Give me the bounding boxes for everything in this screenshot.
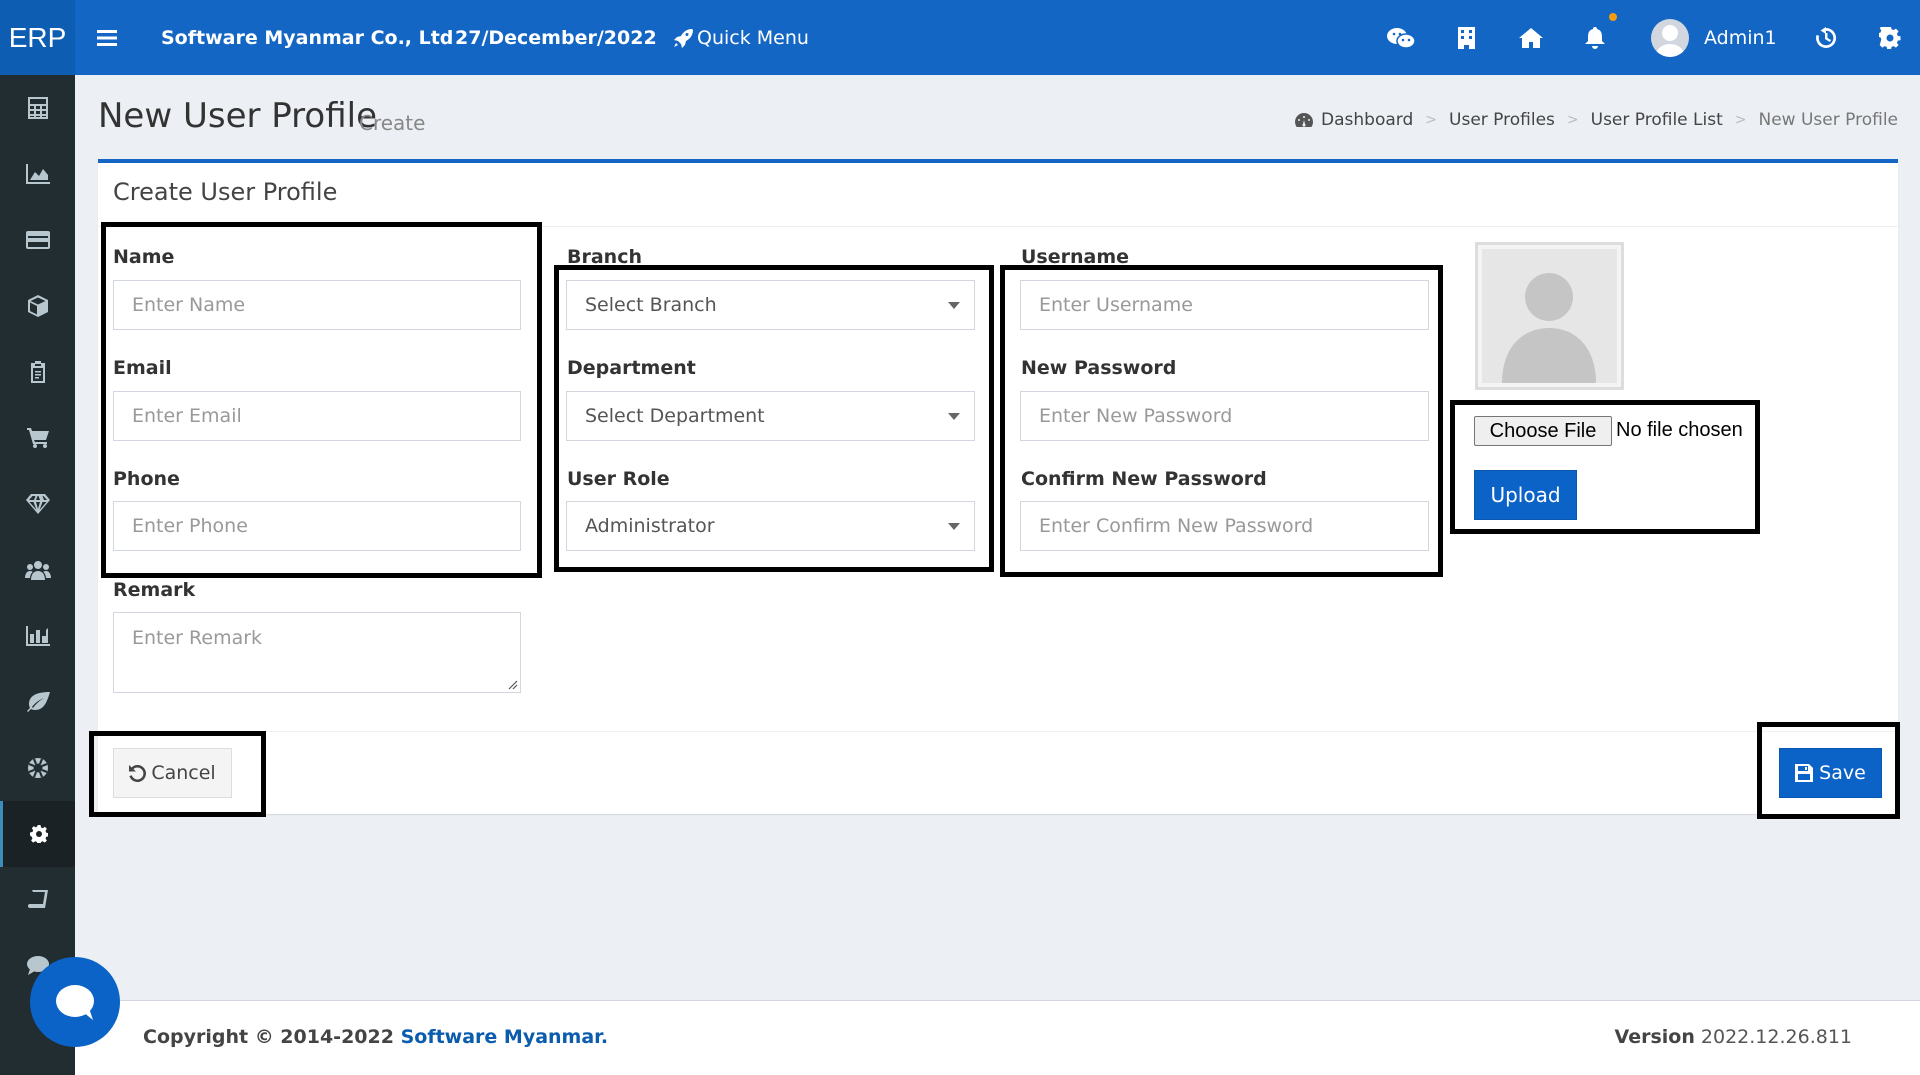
breadcrumb-user-profiles[interactable]: User Profiles: [1449, 110, 1555, 130]
sidebar: [0, 75, 75, 1075]
menu-icon[interactable]: [95, 0, 119, 75]
gear-icon: [30, 825, 48, 843]
quick-menu-label: Quick Menu: [697, 26, 809, 49]
breadcrumb-current: New User Profile: [1758, 110, 1899, 130]
sidebar-item-credit-card[interactable]: [0, 207, 75, 273]
copyright-text: Copyright © 2014-2022 Software Myanmar.: [143, 1026, 608, 1048]
highlight-box: [89, 731, 266, 817]
users-icon: [24, 561, 51, 580]
version-text: Version 2022.12.26.811: [1615, 1026, 1852, 1048]
current-date: 27/December/2022: [455, 26, 657, 49]
breadcrumb: Dashboard > User Profiles > User Profile…: [1295, 110, 1898, 130]
breadcrumb-separator: >: [1425, 112, 1438, 128]
chat-icon: [56, 985, 94, 1020]
user-name[interactable]: Admin1: [1704, 0, 1777, 75]
calculator-icon: [27, 97, 48, 119]
breadcrumb-user-profile-list[interactable]: User Profile List: [1591, 110, 1723, 130]
company-name: Software Myanmar Co., Ltd: [161, 26, 454, 49]
remark-label: Remark: [113, 579, 196, 601]
breadcrumb-separator: >: [1734, 112, 1747, 128]
chat-widget-button[interactable]: [30, 957, 120, 1047]
credit-card-icon: [25, 231, 50, 249]
leaf-icon: [26, 692, 50, 712]
area-chart-icon: [25, 164, 50, 184]
home-icon[interactable]: [1518, 0, 1544, 75]
sidebar-item-cube[interactable]: [0, 273, 75, 339]
highlight-box: [554, 265, 994, 572]
divider: [98, 731, 1898, 732]
page-subtitle: Create: [359, 111, 426, 135]
sidebar-item-cart[interactable]: [0, 405, 75, 471]
version-value: 2022.12.26.811: [1700, 1026, 1852, 1048]
sidebar-item-leaf[interactable]: [0, 669, 75, 735]
breadcrumb-separator: >: [1566, 112, 1579, 128]
quick-menu-button[interactable]: Quick Menu: [673, 0, 809, 75]
clipboard-icon: [30, 361, 45, 383]
resize-handle-icon[interactable]: [508, 680, 518, 690]
book-icon: [27, 890, 48, 908]
building-icon[interactable]: [1455, 0, 1477, 75]
avatar[interactable]: [1651, 19, 1689, 57]
notification-badge: [1609, 13, 1617, 21]
highlight-box: [1757, 722, 1900, 819]
sidebar-item-calculator[interactable]: [0, 75, 75, 141]
gear-icon[interactable]: [1877, 0, 1903, 75]
cube-icon: [27, 295, 48, 317]
life-ring-icon: [27, 758, 48, 778]
user-silhouette-icon: [1502, 273, 1596, 383]
cart-icon: [26, 428, 49, 448]
sidebar-item-users[interactable]: [0, 537, 75, 603]
wechat-icon[interactable]: [1386, 0, 1416, 75]
rocket-icon: [674, 28, 693, 48]
form-title: Create User Profile: [113, 178, 338, 206]
profile-image: [1475, 242, 1624, 390]
bar-chart-icon: [25, 626, 50, 646]
remark-placeholder: Enter Remark: [132, 627, 263, 649]
company-link[interactable]: Software Myanmar.: [401, 1026, 608, 1048]
dashboard-icon: [1295, 113, 1314, 127]
highlight-box: [1000, 265, 1443, 577]
top-navbar: ERP Software Myanmar Co., Ltd 27/Decembe…: [0, 0, 1920, 75]
bell-icon[interactable]: [1583, 0, 1607, 75]
sidebar-item-bar-chart[interactable]: [0, 603, 75, 669]
breadcrumb-dashboard[interactable]: Dashboard: [1321, 110, 1413, 130]
sidebar-item-life-ring[interactable]: [0, 735, 75, 801]
sidebar-item-clipboard[interactable]: [0, 339, 75, 405]
version-label: Version: [1614, 1026, 1695, 1048]
page-title: New User Profile: [98, 96, 377, 136]
sidebar-item-book[interactable]: [0, 867, 75, 933]
highlight-box: [1450, 400, 1760, 534]
highlight-box: [101, 222, 542, 578]
sidebar-item-diamond[interactable]: [0, 471, 75, 537]
remark-textarea[interactable]: Enter Remark: [113, 612, 521, 693]
diamond-icon: [25, 494, 50, 514]
copyright-prefix: Copyright © 2014-2022: [143, 1026, 394, 1048]
sidebar-item-settings[interactable]: [0, 801, 75, 867]
brand-logo[interactable]: ERP: [0, 0, 75, 75]
sidebar-item-area-chart[interactable]: [0, 141, 75, 207]
history-icon[interactable]: [1813, 0, 1839, 75]
